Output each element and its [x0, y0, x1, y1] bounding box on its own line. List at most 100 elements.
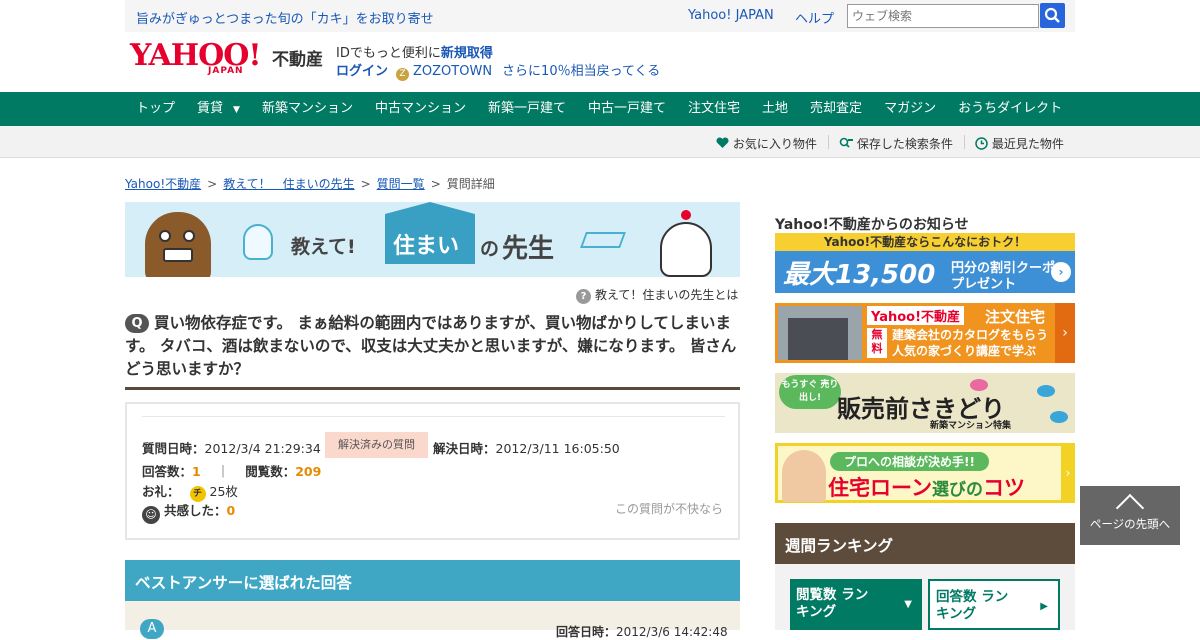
- custom-house-ad[interactable]: Yahoo!不動産 注文住宅 無料 建築会社のカタログをもらう 人気の家づくり講座…: [775, 303, 1075, 363]
- loan-title-2: 選びの: [931, 480, 983, 500]
- loan-pill: プロへの相談が決め手!!: [830, 452, 989, 471]
- back-to-top-label: ページの先頭へ: [1089, 517, 1171, 531]
- tab-answers-ranking[interactable]: 回答数 ランキング ▶: [928, 579, 1060, 630]
- banner-oshiete: 教えて!: [291, 236, 356, 258]
- best-answer-title: ベストアンサーに選ばれた回答: [135, 574, 352, 592]
- nav-ouchi-direct[interactable]: おうちダイレクト: [947, 92, 1073, 126]
- nav-custom-house[interactable]: 注文住宅: [677, 92, 751, 126]
- custom-house-line1: 建築会社のカタログをもらう: [892, 328, 1049, 342]
- reward-label: お礼：: [142, 484, 180, 499]
- answer-area: A 回答日時：2012/3/6 14:42:48: [125, 601, 740, 639]
- sub-nav: お気に入り物件 保存した検索条件 最近見た物件: [0, 126, 1200, 158]
- free-badge: 無料: [867, 328, 887, 358]
- best-answer-header: ベストアンサーに選ばれた回答: [125, 560, 740, 601]
- question-info: 質問日時：2012/3/4 21:29:34 解決済みの質問 解決日時：2012…: [125, 402, 740, 540]
- custom-house-line2: 人気の家づくり講座で学ぶ: [892, 344, 1037, 358]
- yahoo-fudosan-logo[interactable]: YAHOO! JAPAN 不動産: [130, 40, 323, 80]
- logo-japan-text: JAPAN: [208, 66, 244, 76]
- banner-no: の: [480, 238, 500, 260]
- tab-answers-label: 回答数 ランキング: [936, 589, 1009, 622]
- counts-divider: ｜: [216, 464, 230, 479]
- search-button[interactable]: [1040, 3, 1065, 28]
- login-link[interactable]: ログイン: [336, 64, 388, 79]
- help-link[interactable]: ヘルプ: [795, 8, 834, 27]
- web-search-input[interactable]: [847, 4, 1039, 28]
- divider: [828, 135, 829, 149]
- breadcrumb-sep: >: [207, 177, 218, 191]
- resolved-at-row: 解決日時：2012/3/11 16:05:50: [433, 438, 620, 457]
- graduation-cap-icon: [580, 232, 626, 248]
- about-sensei-link[interactable]: ? 教えて！住まいの先生とは: [576, 286, 738, 304]
- monkey-mascot-icon: [145, 212, 211, 277]
- register-link[interactable]: 新規取得: [441, 46, 493, 61]
- weekly-ranking-header: 週間ランキング: [775, 523, 1075, 564]
- divider: [142, 416, 725, 417]
- nav-used-house[interactable]: 中古一戸建て: [577, 92, 677, 126]
- zozotown-link[interactable]: ZOZOTOWN: [413, 64, 492, 79]
- favorites-link[interactable]: お気に入り物件: [716, 135, 817, 152]
- bird-icon: [970, 379, 988, 391]
- ranking-tabs: 閲覧数 ランキング ▼ 回答数 ランキング ▶: [775, 564, 1075, 630]
- cashback-link[interactable]: さらに10％相当戻ってくる: [502, 64, 660, 79]
- nav-sale-appraisal[interactable]: 売却査定: [799, 92, 873, 126]
- breadcrumb-fudosan[interactable]: Yahoo!不動産: [125, 177, 201, 191]
- about-sensei-label: 教えて！住まいの先生とは: [595, 288, 739, 302]
- reward-row: お礼：チ 25枚: [142, 481, 238, 502]
- chevron-right-icon: ▶: [1040, 601, 1048, 612]
- account-row: ログイン Z ZOZOTOWN さらに10％相当戻ってくる: [336, 60, 660, 81]
- presale-ad[interactable]: もうすぐ 売り出し! 販売前さきどり 新築マンション特集: [775, 373, 1075, 433]
- question-circle-icon: ?: [576, 289, 591, 304]
- zozo-icon: Z: [396, 68, 410, 81]
- loan-ad[interactable]: プロへの相談が決め手!! 住宅ローン選びのコツ ›: [775, 443, 1075, 503]
- recent-label: 最近見た物件: [991, 137, 1064, 151]
- sensei-banner[interactable]: 教えて! 住まい の 先生: [125, 202, 740, 277]
- answers-count: 1: [192, 464, 201, 479]
- empathy-count: 0: [226, 503, 236, 518]
- breadcrumb-sensei[interactable]: 教えて！ 住まいの先生: [223, 177, 354, 191]
- breadcrumb-sep: >: [360, 177, 371, 191]
- yahoo-japan-link[interactable]: Yahoo! JAPAN: [688, 8, 774, 23]
- custom-house-lines: 建築会社のカタログをもらう 人気の家づくり講座で学ぶ: [892, 327, 1048, 359]
- answered-label: 回答日時：: [556, 625, 617, 639]
- tab-views-ranking[interactable]: 閲覧数 ランキング ▼: [790, 579, 922, 630]
- breadcrumb-question-list[interactable]: 質問一覧: [377, 177, 425, 191]
- chevron-down-icon: ▼: [233, 105, 240, 115]
- breadcrumb-sep: >: [430, 177, 441, 191]
- asked-at: 2012/3/4 21:29:34: [204, 441, 321, 456]
- coupon-ad[interactable]: Yahoo!不動産ならこんなにおトク！ 最大13,500 円分の割引クーポン プ…: [775, 233, 1075, 293]
- nav-top[interactable]: トップ: [125, 92, 186, 126]
- nav-rent[interactable]: 賃貸 ▼: [186, 92, 251, 126]
- nav-new-house[interactable]: 新築一戸建て: [477, 92, 577, 126]
- presale-sub: 新築マンション特集: [930, 421, 1012, 431]
- recent-link[interactable]: 最近見た物件: [975, 135, 1064, 152]
- tab-views-label: 閲覧数 ランキング: [796, 587, 869, 620]
- q-icon: Q: [125, 314, 149, 333]
- nav-rent-label: 賃貸: [197, 101, 224, 116]
- counts-row: 回答数：1 ｜ 閲覧数：209: [142, 461, 321, 480]
- back-to-top-button[interactable]: ページの先頭へ: [1080, 486, 1180, 545]
- chevron-down-icon: ▼: [904, 599, 912, 610]
- dog-mascot-icon: [660, 210, 712, 277]
- reward-amount: 25枚: [209, 484, 238, 499]
- coupon-sub2: プレゼント: [951, 277, 1017, 292]
- saved-search-link[interactable]: 保存した検索条件: [839, 135, 953, 152]
- global-nav: トップ 賃貸 ▼ 新築マンション 中古マンション 新築一戸建て 中古一戸建て 注文…: [0, 92, 1200, 126]
- nav-magazine[interactable]: マガジン: [873, 92, 947, 126]
- breadcrumb-current: 質問詳細: [446, 177, 495, 191]
- promo-link[interactable]: 旨みがぎゅっとつまった旬の「カキ」をお取り寄せ: [136, 8, 434, 27]
- divider: [964, 135, 965, 149]
- report-link[interactable]: この質問が不快なら: [615, 500, 723, 517]
- nav-new-mansion[interactable]: 新築マンション: [251, 92, 364, 126]
- top-bar: 旨みがぎゅっとつまった旬の「カキ」をお取り寄せ Yahoo! JAPAN ヘルプ: [125, 0, 1075, 32]
- presale-bubble: もうすぐ 売り出し!: [779, 375, 841, 409]
- people-illustration: [782, 450, 826, 502]
- nav-used-mansion[interactable]: 中古マンション: [364, 92, 477, 126]
- bird-icon: [1050, 411, 1068, 423]
- search-icon: [1044, 7, 1060, 23]
- loan-title: 住宅ローン選びのコツ: [828, 472, 1025, 502]
- chevron-right-icon: ›: [1061, 443, 1075, 503]
- empathy-row[interactable]: ☺ 共感した：0: [142, 500, 235, 524]
- nav-land[interactable]: 土地: [751, 92, 799, 126]
- asked-label: 質問日時：: [142, 441, 205, 456]
- empathy-label: 共感した：: [164, 503, 227, 518]
